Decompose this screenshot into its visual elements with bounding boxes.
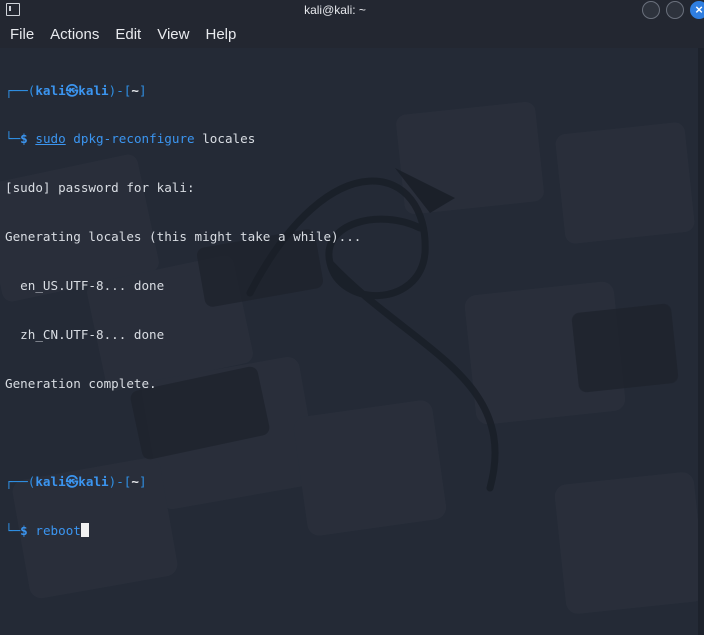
- prompt-frame: ┌──(: [5, 473, 36, 489]
- text-cursor: [80, 522, 89, 537]
- minimize-button[interactable]: [642, 1, 660, 19]
- prompt-dollar: $: [20, 131, 28, 147]
- prompt-host: kali: [78, 473, 109, 489]
- prompt-frame: )-[: [108, 473, 132, 489]
- terminal-area[interactable]: ┌──(kali㉿kali)-[~] └─$ sudo dpkg-reconfi…: [0, 48, 704, 635]
- menu-actions[interactable]: Actions: [50, 26, 99, 43]
- prompt-at-symbol: ㉿: [65, 473, 79, 489]
- prompt-host: kali: [78, 82, 109, 98]
- close-icon: ×: [695, 2, 703, 17]
- prompt-dollar: $: [20, 522, 28, 538]
- window-title: kali@kali: ~: [304, 3, 366, 17]
- menu-file[interactable]: File: [10, 26, 34, 43]
- prompt-dir: ~: [131, 473, 139, 489]
- close-button[interactable]: ×: [690, 1, 704, 19]
- prompt-line-2: ┌──(kali㉿kali)-[~]: [5, 474, 361, 490]
- prompt-dir: ~: [131, 82, 139, 98]
- output-line: Generation complete.: [5, 375, 157, 391]
- menu-edit[interactable]: Edit: [115, 26, 141, 43]
- command-line-2: └─$ reboot: [5, 522, 361, 539]
- prompt-user: kali: [35, 82, 66, 98]
- terminal-output: ┌──(kali㉿kali)-[~] └─$ sudo dpkg-reconfi…: [5, 50, 361, 572]
- menu-view[interactable]: View: [157, 26, 189, 43]
- menu-bar: File Actions Edit View Help: [0, 20, 704, 48]
- prompt-line-1: ┌──(kali㉿kali)-[~]: [5, 83, 361, 99]
- menu-help[interactable]: Help: [205, 26, 236, 43]
- command-argument: locales: [202, 131, 256, 147]
- output-line: Generating locales (this might take a wh…: [5, 229, 362, 245]
- command-binary: dpkg-reconfigure: [73, 131, 195, 147]
- maximize-button[interactable]: [666, 1, 684, 19]
- prompt-frame: ┌──(: [5, 82, 36, 98]
- scrollbar[interactable]: [698, 48, 704, 635]
- output-line: en_US.UTF-8... done: [5, 278, 165, 294]
- output-line: zh_CN.UTF-8... done: [5, 327, 165, 343]
- output-line: [sudo] password for kali:: [5, 180, 195, 196]
- command-sudo: sudo: [35, 131, 66, 147]
- command-line-1: └─$ sudo dpkg-reconfigure locales: [5, 131, 361, 147]
- title-bar: kali@kali: ~ ×: [0, 0, 704, 20]
- prompt-user: kali: [35, 473, 66, 489]
- prompt-frame: ]: [138, 82, 147, 98]
- prompt-corner: └─: [5, 522, 21, 538]
- prompt-frame: ]: [138, 473, 147, 489]
- prompt-at-symbol: ㉿: [65, 82, 79, 98]
- prompt-corner: └─: [5, 131, 21, 147]
- command-reboot: reboot: [35, 522, 81, 538]
- prompt-frame: )-[: [108, 82, 132, 98]
